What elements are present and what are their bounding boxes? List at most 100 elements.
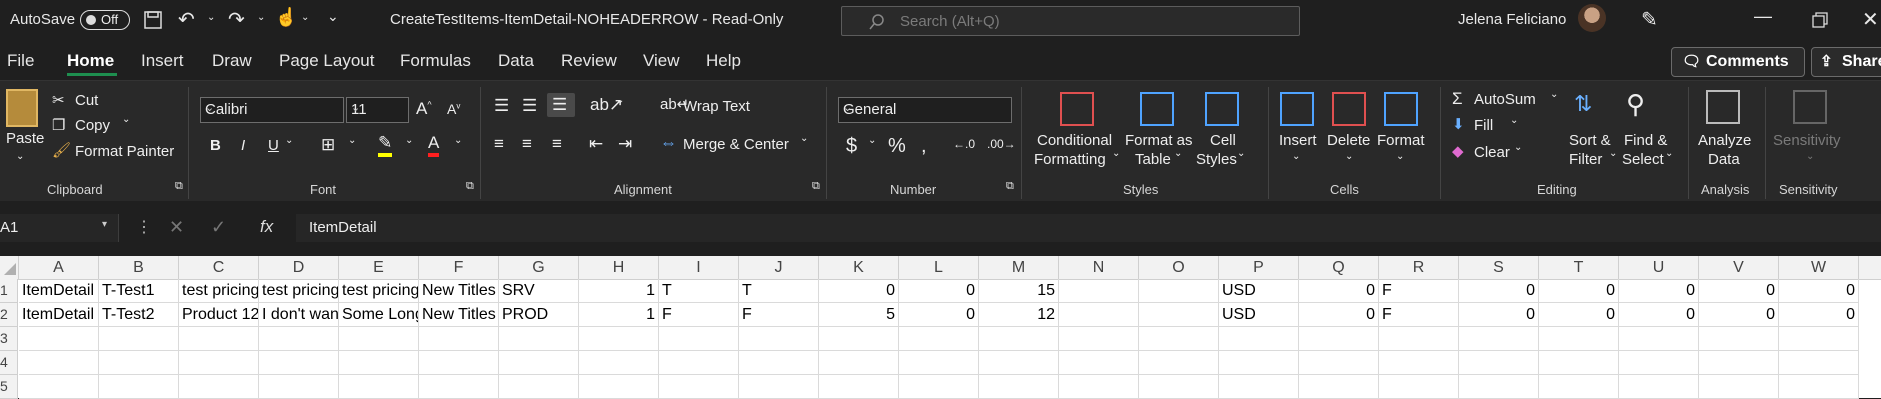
column-header-d[interactable]: D bbox=[259, 256, 339, 279]
font-color-icon[interactable]: A bbox=[428, 133, 440, 157]
font-color-dropdown-icon[interactable]: ⌄ bbox=[454, 135, 462, 146]
decrease-decimal-icon[interactable]: .00→ bbox=[987, 137, 1016, 151]
cell-m4[interactable] bbox=[979, 351, 1059, 375]
column-header-u[interactable]: U bbox=[1619, 256, 1699, 279]
cell-t3[interactable] bbox=[1539, 327, 1619, 351]
column-header-s[interactable]: S bbox=[1459, 256, 1539, 279]
cell-styles-dropdown-icon[interactable]: ⌄ bbox=[1237, 148, 1245, 159]
cell-l5[interactable] bbox=[899, 375, 979, 399]
align-center-icon[interactable]: ≡ bbox=[522, 134, 532, 154]
column-header-w[interactable]: W bbox=[1779, 256, 1859, 279]
font-launcher-icon[interactable]: ⧉ bbox=[466, 180, 474, 193]
italic-icon[interactable]: I bbox=[241, 137, 245, 154]
cell-d1[interactable]: test pricing bbox=[259, 279, 339, 303]
cell-w2[interactable]: 0 bbox=[1779, 303, 1859, 327]
cell-i2[interactable]: F bbox=[659, 303, 739, 327]
cut-icon[interactable]: ✂ bbox=[52, 91, 65, 109]
enter-icon[interactable]: ✓ bbox=[211, 217, 226, 238]
cell-j2[interactable]: F bbox=[739, 303, 819, 327]
bold-icon[interactable]: B bbox=[210, 137, 221, 154]
cell-f4[interactable] bbox=[419, 351, 499, 375]
cell-e2[interactable]: Some Long bbox=[339, 303, 419, 327]
tab-view[interactable]: View bbox=[643, 51, 680, 71]
tab-review[interactable]: Review bbox=[561, 51, 617, 71]
cell-k2[interactable]: 5 bbox=[819, 303, 899, 327]
cell-styles-label-1[interactable]: Cell bbox=[1210, 132, 1236, 149]
autosum-dropdown-icon[interactable]: ⌄ bbox=[1550, 89, 1558, 100]
customize-toolbar-icon[interactable]: ⌄ bbox=[327, 8, 339, 25]
cell-f3[interactable] bbox=[419, 327, 499, 351]
insert-cells-button[interactable]: Insert bbox=[1279, 132, 1317, 149]
cell-n3[interactable] bbox=[1059, 327, 1139, 351]
cell-o2[interactable] bbox=[1139, 303, 1219, 327]
cell-c1[interactable]: test pricing bbox=[179, 279, 259, 303]
comma-style-icon[interactable]: , bbox=[921, 135, 927, 158]
cell-w4[interactable] bbox=[1779, 351, 1859, 375]
cell-u5[interactable] bbox=[1619, 375, 1699, 399]
redo-icon[interactable]: ↷ bbox=[228, 7, 245, 32]
cell-p5[interactable] bbox=[1219, 375, 1299, 399]
cell-q1[interactable]: 0 bbox=[1299, 279, 1379, 303]
cell-p3[interactable] bbox=[1219, 327, 1299, 351]
format-dropdown-icon[interactable]: ⌄ bbox=[1396, 151, 1404, 162]
cell-l1[interactable]: 0 bbox=[899, 279, 979, 303]
autosum-button[interactable]: AutoSum bbox=[1474, 91, 1536, 108]
cell-f2[interactable]: New Titles bbox=[419, 303, 499, 327]
cell-r5[interactable] bbox=[1379, 375, 1459, 399]
sort-label-1[interactable]: Sort & bbox=[1569, 132, 1611, 149]
cell-g4[interactable] bbox=[499, 351, 579, 375]
insert-cells-icon[interactable] bbox=[1280, 92, 1314, 126]
paste-button[interactable]: Paste bbox=[6, 130, 44, 147]
clear-icon[interactable]: ◆ bbox=[1452, 142, 1464, 160]
merge-center-icon[interactable]: ⇔ bbox=[660, 133, 677, 153]
cell-q2[interactable]: 0 bbox=[1299, 303, 1379, 327]
sensitivity-button[interactable]: Sensitivity bbox=[1773, 132, 1841, 149]
format-painter-icon[interactable]: 🖌 bbox=[52, 141, 71, 159]
column-header-c[interactable]: C bbox=[179, 256, 259, 279]
cell-styles-label-2[interactable]: Styles bbox=[1196, 151, 1237, 168]
cell-f1[interactable]: New Titles bbox=[419, 279, 499, 303]
column-header-l[interactable]: L bbox=[899, 256, 979, 279]
cell-p4[interactable] bbox=[1219, 351, 1299, 375]
cell-k5[interactable] bbox=[819, 375, 899, 399]
number-launcher-icon[interactable]: ⧉ bbox=[1006, 180, 1014, 193]
cell-a2[interactable]: ItemDetail bbox=[19, 303, 99, 327]
cell-r4[interactable] bbox=[1379, 351, 1459, 375]
cell-r3[interactable] bbox=[1379, 327, 1459, 351]
select-all-corner[interactable] bbox=[0, 256, 19, 279]
share-button[interactable]: ⇪ Share bbox=[1811, 47, 1881, 77]
column-header-v[interactable]: V bbox=[1699, 256, 1779, 279]
format-table-label-1[interactable]: Format as bbox=[1125, 132, 1193, 149]
cell-i3[interactable] bbox=[659, 327, 739, 351]
fill-color-dropdown-icon[interactable]: ⌄ bbox=[405, 135, 413, 146]
formula-input[interactable]: ItemDetail bbox=[296, 214, 1881, 242]
cell-l3[interactable] bbox=[899, 327, 979, 351]
copy-button[interactable]: Copy bbox=[75, 117, 110, 134]
currency-dropdown-icon[interactable]: ⌄ bbox=[868, 135, 876, 146]
cell-j1[interactable]: T bbox=[739, 279, 819, 303]
copy-icon[interactable]: ❐ bbox=[52, 116, 65, 134]
autosum-icon[interactable]: Σ bbox=[1452, 89, 1463, 109]
undo-dropdown-icon[interactable]: ⌄ bbox=[207, 12, 215, 23]
row-header[interactable]: 4 bbox=[0, 351, 18, 375]
tab-home[interactable]: Home bbox=[67, 51, 114, 71]
cell-v5[interactable] bbox=[1699, 375, 1779, 399]
cell-m1[interactable]: 15 bbox=[979, 279, 1059, 303]
cell-g3[interactable] bbox=[499, 327, 579, 351]
cell-i1[interactable]: T bbox=[659, 279, 739, 303]
font-size-select[interactable]: 11 ⌄ bbox=[346, 97, 409, 123]
tab-help[interactable]: Help bbox=[706, 51, 741, 71]
cell-s3[interactable] bbox=[1459, 327, 1539, 351]
format-painter-button[interactable]: Format Painter bbox=[75, 143, 174, 160]
cell-e3[interactable] bbox=[339, 327, 419, 351]
column-header-r[interactable]: R bbox=[1379, 256, 1459, 279]
analyze-label-1[interactable]: Analyze bbox=[1698, 132, 1751, 149]
autosave-toggle[interactable]: Off bbox=[80, 10, 130, 30]
borders-icon[interactable]: ⊞ bbox=[321, 135, 335, 155]
cell-u1[interactable]: 0 bbox=[1619, 279, 1699, 303]
cell-k3[interactable] bbox=[819, 327, 899, 351]
cell-q5[interactable] bbox=[1299, 375, 1379, 399]
analyze-data-icon[interactable] bbox=[1706, 90, 1740, 124]
wrap-text-button[interactable]: Wrap Text bbox=[683, 98, 750, 115]
paste-dropdown-icon[interactable]: ⌄ bbox=[16, 151, 24, 162]
